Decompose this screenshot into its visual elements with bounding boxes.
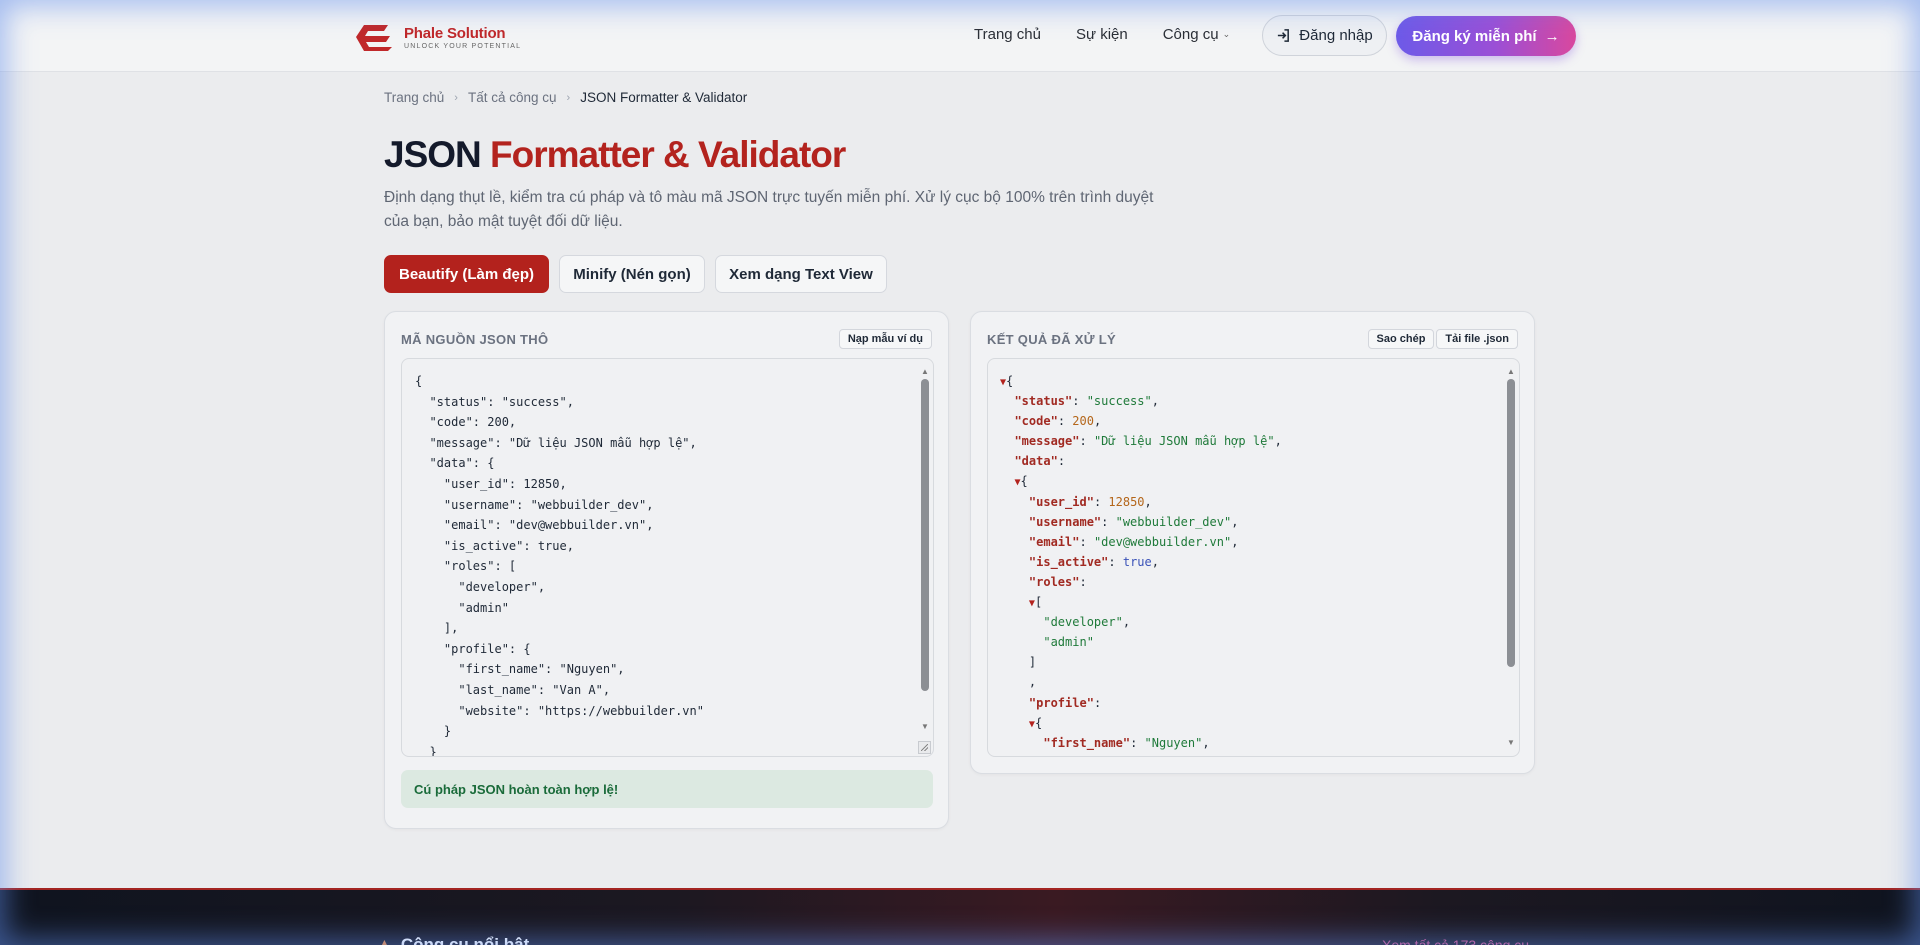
site-header: Phale Solution UNLOCK YOUR POTENTIAL Tra… [0, 0, 1920, 72]
output-scrollbar[interactable]: ▲ ▼ [1505, 367, 1517, 748]
fire-icon: ▲ [376, 935, 393, 945]
brand-name: Phale Solution [404, 24, 506, 42]
validation-status: Cú pháp JSON hoàn toàn hợp lệ! [401, 770, 933, 808]
main-nav: Trang chủ Sự kiện Công cụ ⌄ [974, 26, 1230, 43]
nav-item-events[interactable]: Sự kiện [1076, 26, 1128, 43]
download-json-button[interactable]: Tải file .json [1436, 329, 1518, 349]
signup-button[interactable]: Đăng ký miễn phí → [1396, 16, 1576, 56]
scroll-up-icon[interactable]: ▲ [1505, 367, 1517, 377]
breadcrumb-home[interactable]: Trang chủ [384, 90, 444, 105]
load-sample-button[interactable]: Nạp mẫu ví dụ [838, 329, 932, 349]
window-frame [0, 0, 1920, 945]
page-title: JSON Formatter & Validator [384, 134, 846, 176]
brand-logo[interactable]: Phale Solution UNLOCK YOUR POTENTIAL [350, 20, 521, 54]
text-view-button[interactable]: Xem dạng Text View [715, 255, 887, 293]
resize-handle-icon[interactable] [918, 741, 931, 754]
view-all-tools-link[interactable]: Xem tất cả 173 công cụ → [1382, 937, 1547, 945]
tree-line: ▼{ [1028, 715, 1043, 730]
page-title-rest: Formatter & Validator [490, 134, 846, 175]
page-subtitle: Định dạng thụt lề, kiểm tra cú pháp và t… [384, 189, 1154, 230]
tree-line: "username": "webbuilder_dev", [1028, 514, 1239, 529]
tree-line: ] [1028, 655, 1037, 670]
signup-label: Đăng ký miễn phí [1412, 27, 1537, 45]
brand-tagline: UNLOCK YOUR POTENTIAL [404, 42, 522, 50]
tree-line: "admin" [1043, 635, 1094, 650]
json-input-textarea[interactable]: { "status": "success", "code": 200, "mes… [401, 358, 934, 757]
chevron-down-icon: ⌄ [1222, 29, 1231, 39]
arrow-right-icon: → [1544, 27, 1560, 45]
input-scroll-thumb[interactable] [921, 379, 929, 691]
input-scrollbar[interactable]: ▲ ▼ [919, 367, 931, 748]
tree-line: "code": 200, [1014, 414, 1102, 429]
scroll-up-icon[interactable]: ▲ [919, 367, 931, 377]
breadcrumb: Trang chủ › Tất cả công cụ › JSON Format… [384, 90, 747, 105]
tree-line: "profile": [1028, 695, 1102, 710]
nav-item-tools[interactable]: Công cụ ⌄ [1163, 26, 1230, 43]
phale-logo-icon [356, 25, 392, 51]
output-panel-title: KẾT QUẢ ĐÃ XỬ LÝ [987, 331, 1116, 347]
minify-button[interactable]: Minify (Nén gọn) [559, 255, 705, 293]
chevron-right-icon: › [454, 91, 458, 104]
json-tree-view: ▼{ "status": "success", "code": 200, "me… [987, 358, 1520, 757]
scroll-down-icon[interactable]: ▼ [919, 722, 931, 732]
tree-line: "email": "dev@webbuilder.vn", [1028, 534, 1239, 549]
tree-line: "developer", [1043, 615, 1131, 630]
tree-line: ▼[ [1028, 595, 1043, 610]
scroll-down-icon[interactable]: ▼ [1505, 738, 1517, 748]
tree-line: "status": "success", [1014, 394, 1159, 409]
featured-tools-title: Công cụ nổi bật [400, 935, 530, 945]
json-input-content: { "status": "success", "code": 200, "mes… [415, 374, 704, 757]
input-panel-title: MÃ NGUỒN JSON THÔ [401, 331, 549, 347]
tree-line: "first_name": "Nguyen", [1043, 735, 1210, 750]
beautify-button[interactable]: Beautify (Làm đẹp) [384, 255, 549, 293]
login-icon [1278, 29, 1290, 42]
nav-item-home[interactable]: Trang chủ [974, 26, 1041, 43]
tree-line: "roles": [1028, 574, 1087, 589]
login-label: Đăng nhập [1299, 27, 1373, 44]
page-title-json: JSON [384, 134, 482, 175]
tree-line: "data": [1014, 454, 1066, 469]
breadcrumb-all-tools[interactable]: Tất cả công cụ [468, 90, 557, 105]
copy-button[interactable]: Sao chép [1367, 329, 1435, 349]
tree-line: ▼{ [1000, 374, 1014, 388]
json-tree: ▼{ "status": "success", "code": 200, "me… [1000, 371, 1282, 753]
chevron-right-icon: › [566, 91, 571, 104]
tree-line: ▼{ [1014, 474, 1028, 489]
tree-line: "user_id": 12850, [1028, 494, 1152, 509]
tree-line: "message": "Dữ liệu JSON mẫu hợp lệ", [1014, 434, 1282, 449]
nav-item-tools-label: Công cụ [1162, 26, 1219, 43]
login-button[interactable]: Đăng nhập [1262, 15, 1387, 56]
tree-line: , [1028, 675, 1037, 690]
featured-tools-heading: ▲ Công cụ nổi bật [376, 935, 529, 945]
input-panel: MÃ NGUỒN JSON THÔ Nạp mẫu ví dụ { "statu… [384, 311, 949, 829]
tree-line: "is_active": true, [1028, 554, 1159, 569]
output-scroll-thumb[interactable] [1507, 379, 1515, 667]
output-panel: KẾT QUẢ ĐÃ XỬ LÝ Sao chép Tải file .json… [970, 311, 1535, 774]
featured-tools-footer: ▲ Công cụ nổi bật Xem tất cả 173 công cụ… [0, 888, 1920, 945]
breadcrumb-current: JSON Formatter & Validator [580, 90, 748, 105]
